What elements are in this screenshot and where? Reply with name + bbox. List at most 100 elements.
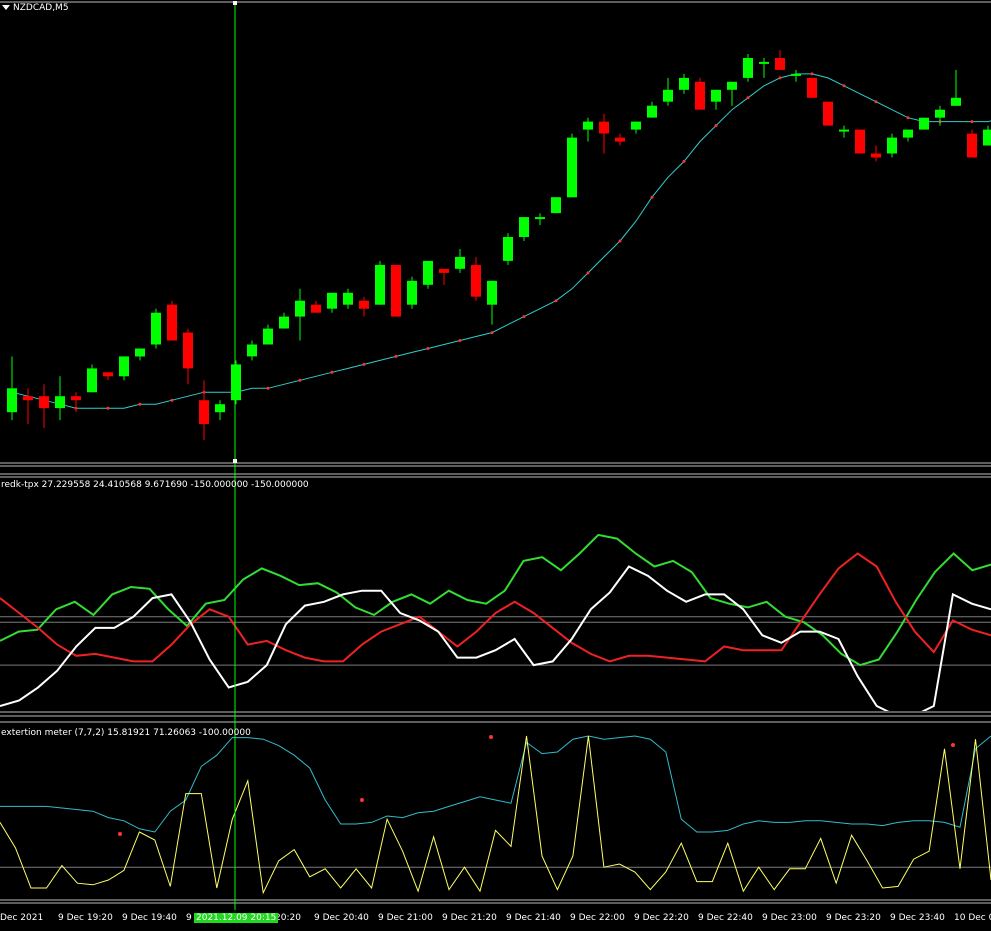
- candle-body: [807, 77, 817, 98]
- ma-marker: [458, 339, 462, 342]
- candle-body: [199, 400, 209, 425]
- candle-body: [839, 129, 849, 132]
- candle-body: [327, 292, 337, 309]
- candle-body: [151, 312, 161, 345]
- candle-body: [903, 129, 913, 138]
- tpx-label: redk-tpx 27.229558 24.410568 9.671690 -1…: [1, 480, 309, 490]
- candle-body: [775, 58, 785, 70]
- crosshair-handle: [233, 459, 237, 463]
- pane-frames: [0, 1, 991, 904]
- candle-body: [71, 396, 81, 401]
- ma-marker: [682, 159, 686, 163]
- candle-body: [631, 121, 641, 130]
- candle-body: [791, 73, 801, 76]
- ma-marker: [778, 76, 782, 80]
- ma-marker: [810, 72, 814, 76]
- candle-body: [7, 388, 17, 413]
- crosshair-time-label: 2021.12.09 20:15: [194, 913, 279, 923]
- ext-series-line: [0, 735, 991, 895]
- candle-body: [823, 101, 833, 126]
- triangle-down-icon[interactable]: [2, 5, 10, 10]
- ext-signal-dot: [951, 743, 955, 747]
- candle-body: [135, 348, 145, 357]
- time-tick: 20:20: [275, 913, 301, 923]
- ma-marker: [330, 370, 334, 374]
- ma-marker: [554, 299, 558, 303]
- candle-body: [615, 137, 625, 142]
- ma-marker: [586, 271, 590, 275]
- ma-marker: [618, 239, 622, 243]
- candle-body: [583, 121, 593, 130]
- crosshair-handle: [233, 1, 237, 5]
- candle-body: [519, 217, 529, 237]
- candle-body: [39, 396, 49, 409]
- candle-body: [503, 237, 513, 261]
- ext-signal-dot: [489, 735, 493, 739]
- crosshair: [233, 1, 237, 910]
- candle-body: [23, 396, 33, 401]
- candle-body: [471, 264, 481, 297]
- ma-marker: [394, 354, 398, 358]
- candle-body: [87, 368, 97, 393]
- ma-marker: [714, 124, 718, 128]
- candle-body: [743, 58, 753, 78]
- tpx-pane[interactable]: [0, 533, 991, 715]
- extension-label: extertion meter (7,7,2) 15.81921 71.2606…: [1, 728, 251, 738]
- ma-marker: [106, 406, 110, 410]
- candle-body: [919, 117, 929, 130]
- candle-body: [887, 137, 897, 154]
- time-tick: 10 Dec 0: [954, 913, 991, 923]
- extension-pane[interactable]: [0, 735, 991, 895]
- symbol-label: NZDCAD,M5: [13, 3, 69, 13]
- candle-body: [407, 280, 417, 305]
- symbol-header[interactable]: NZDCAD,M5: [2, 3, 69, 13]
- candle-body: [231, 364, 241, 401]
- ma-marker: [138, 402, 142, 406]
- candle-body: [263, 328, 273, 345]
- candle-body: [951, 97, 961, 106]
- candle-body: [727, 81, 737, 90]
- candle-body: [935, 109, 945, 118]
- candle-body: [679, 77, 689, 90]
- candle-body: [343, 292, 353, 305]
- time-tick: 9 Dec 21:40: [506, 913, 561, 923]
- ma-marker: [746, 96, 750, 100]
- candle-body: [423, 260, 433, 285]
- candle-body: [279, 316, 289, 329]
- time-tick: 9 Dec 19:20: [58, 913, 113, 923]
- candle-body: [487, 280, 497, 305]
- ma-marker: [266, 386, 270, 390]
- time-tick: 9 Dec 23:40: [890, 913, 945, 923]
- candle-body: [247, 344, 257, 357]
- candle-body: [871, 153, 881, 158]
- ma-marker: [170, 398, 174, 402]
- candle-body: [967, 133, 977, 158]
- candle-body: [359, 300, 369, 309]
- time-tick: 9 Dec 20:40: [314, 913, 369, 923]
- time-tick: 9 Dec 23:20: [826, 913, 881, 923]
- ext-signal-dot: [118, 832, 122, 836]
- ma-marker: [522, 315, 526, 319]
- ma-marker: [298, 378, 302, 382]
- candle-body: [647, 105, 657, 118]
- candle-body: [551, 197, 561, 214]
- price-pane[interactable]: [7, 50, 991, 440]
- candle-body: [119, 356, 129, 377]
- ma-marker: [650, 195, 654, 199]
- time-tick: 9 Dec 22:00: [570, 913, 625, 923]
- candle-body: [455, 256, 465, 269]
- candle-body: [103, 372, 113, 377]
- candle-body: [535, 217, 545, 220]
- chart-stage[interactable]: [0, 0, 991, 931]
- time-tick: 9 Dec 21:20: [442, 913, 497, 923]
- candle-body: [567, 137, 577, 198]
- time-tick: 9 Dec 21:00: [378, 913, 433, 923]
- candle-body: [295, 300, 305, 317]
- ma-marker: [490, 331, 494, 335]
- candle-body: [375, 264, 385, 305]
- ma-marker: [906, 116, 910, 120]
- candle-body: [183, 332, 193, 369]
- time-tick: 9 Dec 22:40: [698, 913, 753, 923]
- candle-body: [855, 129, 865, 154]
- ma-marker: [362, 362, 366, 366]
